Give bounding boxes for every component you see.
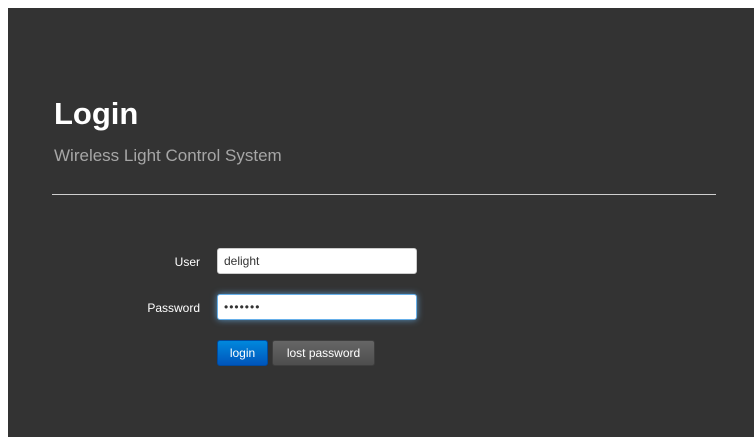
user-label: User bbox=[174, 255, 200, 269]
page-title: Login bbox=[54, 96, 139, 131]
page-subtitle: Wireless Light Control System bbox=[54, 146, 282, 165]
login-panel: Login Wireless Light Control System User… bbox=[8, 8, 754, 437]
password-input[interactable] bbox=[217, 294, 417, 320]
login-button[interactable]: login bbox=[217, 340, 268, 366]
password-label: Password bbox=[147, 301, 200, 315]
user-input[interactable] bbox=[217, 248, 417, 274]
lost-password-button[interactable]: lost password bbox=[272, 340, 375, 366]
divider bbox=[52, 194, 716, 195]
